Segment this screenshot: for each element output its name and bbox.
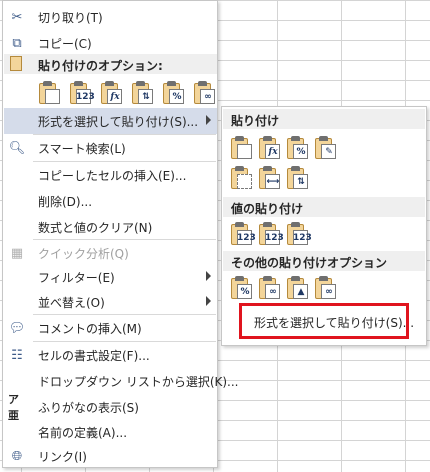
other-paste-options-header: その他の貼り付けオプション	[223, 251, 425, 271]
menu-item-show-furigana[interactable]: ア亜 ふりがなの表示(S)	[4, 393, 217, 422]
paste-linked-picture-icon[interactable]: ∞	[312, 275, 338, 301]
link-icon: 🌐︎	[11, 448, 23, 464]
chevron-right-icon	[206, 296, 211, 306]
paste-formulas-icon[interactable]: fx	[98, 80, 124, 106]
menu-item-insert-copied[interactable]: コピーしたセルの挿入(E)...	[4, 162, 217, 188]
quick-analysis-icon: ▦	[10, 245, 24, 261]
paste-icon[interactable]	[228, 135, 254, 161]
menu-item-sort[interactable]: 並べ替え(O)	[4, 289, 217, 315]
paste-keep-column-widths-icon[interactable]: ⟷	[256, 165, 282, 191]
menu-item-pick-from-list[interactable]: ドロップダウン リストから選択(K)...	[4, 368, 239, 394]
clipboard-icon	[10, 56, 22, 71]
paste-picture-icon[interactable]: ▲	[284, 275, 310, 301]
paste-formatting-icon[interactable]: %	[160, 80, 186, 106]
menu-item-insert-comment[interactable]: 💬︎ コメントの挿入(M)	[4, 315, 217, 341]
copy-icon: ⧉	[12, 35, 22, 51]
paste-options-header: 貼り付けのオプション:	[4, 54, 217, 74]
furigana-icon: ア亜	[8, 393, 19, 422]
menu-item-copy[interactable]: ⧉ コピー(C)	[4, 30, 217, 56]
menu-item-paste-special[interactable]: 形式を選択して貼り付け(S)...	[4, 108, 217, 134]
paste-formatting-icon[interactable]: %	[228, 275, 254, 301]
paste-formulas-number-format-icon[interactable]: %	[284, 135, 310, 161]
values-section-header: 値の貼り付け	[223, 197, 425, 217]
menu-item-filter[interactable]: フィルター(E)	[4, 264, 217, 290]
menu-item-smart-lookup[interactable]: 🔍︎ スマート検索(L)	[4, 135, 217, 161]
menu-item-clear-contents[interactable]: 数式と値のクリア(N)	[4, 214, 217, 240]
paste-link-icon[interactable]: ∞	[256, 275, 282, 301]
paste-no-borders-icon[interactable]	[228, 165, 254, 191]
paste-values-source-format-icon[interactable]: 123	[284, 221, 312, 247]
menu-item-delete[interactable]: 削除(D)...	[4, 188, 217, 214]
paste-transpose-icon[interactable]: ⇅	[284, 165, 310, 191]
paste-values-number-format-icon[interactable]: 123	[256, 221, 284, 247]
menu-item-link[interactable]: 🌐︎ リンク(I)	[4, 443, 217, 469]
paste-link-icon[interactable]: ∞	[191, 80, 217, 106]
comment-icon: 💬︎	[8, 320, 26, 336]
search-icon: 🔍︎	[8, 140, 26, 156]
chevron-right-icon	[206, 271, 211, 281]
menu-item-format-cells[interactable]: ☷ セルの書式設定(F)...	[4, 342, 217, 368]
menu-item-cut[interactable]: ✂ 切り取り(T)	[4, 4, 217, 30]
paste-keep-source-format-icon[interactable]: ✎	[312, 135, 338, 161]
paste-section-header: 貼り付け	[223, 109, 425, 129]
menu-item-define-name[interactable]: 名前の定義(A)...	[4, 419, 217, 445]
highlight-outline	[239, 303, 409, 339]
paste-formulas-icon[interactable]: fx	[256, 135, 282, 161]
menu-item-quick-analysis[interactable]: ▦ クイック分析(Q)	[4, 240, 217, 266]
paste-values-icon[interactable]: 123	[228, 221, 256, 247]
paste-icon[interactable]	[36, 80, 62, 106]
scissors-icon: ✂	[11, 9, 23, 25]
context-menu: ✂ 切り取り(T) ⧉ コピー(C) 貼り付けのオプション: 123 fx ⇅ …	[2, 0, 239, 469]
format-cells-icon: ☷	[11, 347, 23, 363]
paste-values-icon[interactable]: 123	[67, 80, 95, 106]
chevron-right-icon	[206, 115, 211, 125]
paste-transpose-icon[interactable]: ⇅	[129, 80, 155, 106]
